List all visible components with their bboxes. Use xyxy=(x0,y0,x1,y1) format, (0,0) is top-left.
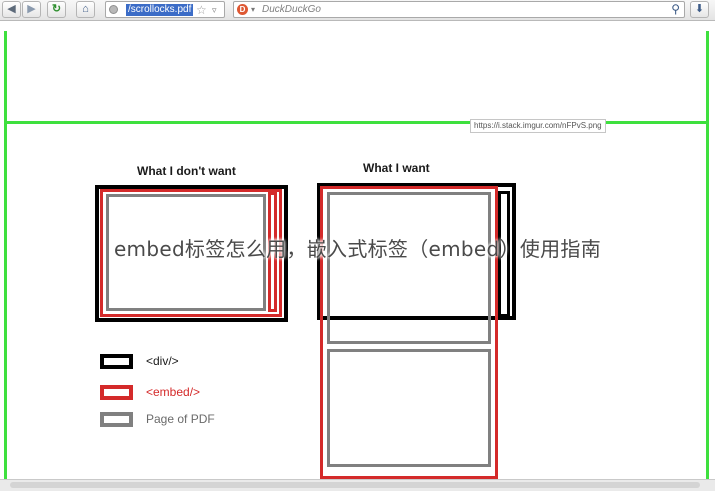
forward-button[interactable]: ▶ xyxy=(22,1,41,18)
duckduckgo-icon[interactable]: D xyxy=(237,4,248,15)
legend-swatch-div xyxy=(100,354,133,369)
address-text[interactable]: /scrollocks.pdf xyxy=(126,4,194,16)
back-arrow-icon: ◀ xyxy=(7,3,16,15)
download-arrow-icon: ⬇ xyxy=(694,3,705,15)
pdf-page-right-1 xyxy=(327,192,491,344)
image-credit-label: https://i.stack.imgur.com/nFPvS.png xyxy=(470,119,606,133)
forward-arrow-icon: ▶ xyxy=(27,3,36,15)
legend-label-div: <div/> xyxy=(146,354,179,368)
browser-toolbar: ◀ ▶ ↻ ⌂ /scrollocks.pdf ☆ ▿ D ▾ DuckDuck… xyxy=(0,0,715,21)
engine-dropdown-icon[interactable]: ▾ xyxy=(251,4,255,16)
reload-icon: ↻ xyxy=(51,3,62,15)
download-button[interactable]: ⬇ xyxy=(690,1,709,18)
search-icon[interactable]: ⚲ xyxy=(671,2,680,17)
home-icon: ⌂ xyxy=(82,3,89,15)
heading-dont-want: What I don't want xyxy=(137,164,236,178)
back-button[interactable]: ◀ xyxy=(2,1,21,18)
horizontal-scrollbar[interactable] xyxy=(0,479,715,491)
legend-label-pdf: Page of PDF xyxy=(146,412,215,426)
page-favicon-icon xyxy=(109,5,118,14)
scrollbar-thumb[interactable] xyxy=(10,482,700,488)
bookmark-star-icon[interactable]: ☆ xyxy=(196,3,207,17)
search-bar[interactable]: D ▾ DuckDuckGo ⚲ xyxy=(233,1,685,18)
home-button[interactable]: ⌂ xyxy=(76,1,95,18)
overlay-caption: embed标签怎么用，嵌入式标签（embed）使用指南 xyxy=(113,237,602,261)
pdf-page-right-2 xyxy=(327,349,491,467)
heading-want: What I want xyxy=(363,161,430,175)
legend-swatch-pdf xyxy=(100,412,133,427)
reload-button[interactable]: ↻ xyxy=(47,1,66,18)
legend-label-embed: <embed/> xyxy=(146,385,201,399)
search-placeholder[interactable]: DuckDuckGo xyxy=(262,4,321,16)
address-bar[interactable]: /scrollocks.pdf ☆ ▿ xyxy=(105,1,225,18)
history-dropdown-icon[interactable]: ▿ xyxy=(212,4,217,16)
legend-swatch-embed xyxy=(100,385,133,400)
